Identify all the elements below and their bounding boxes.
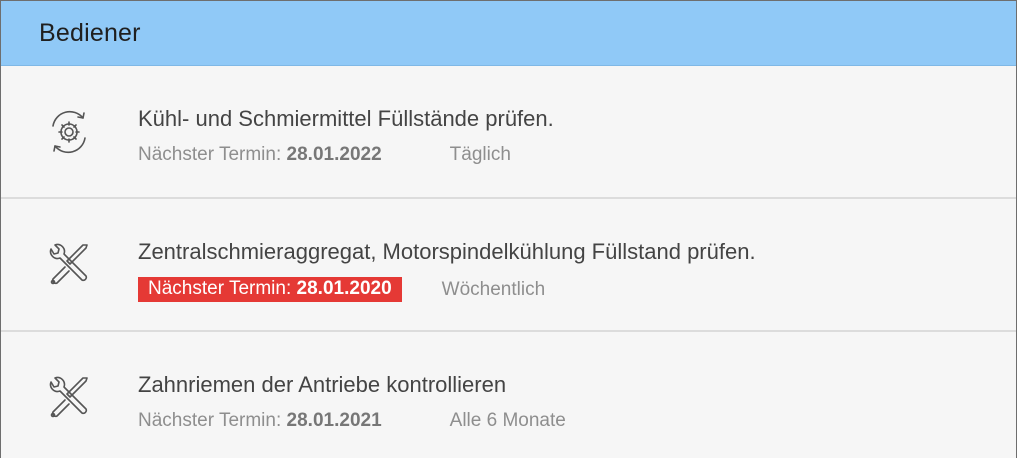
task-meta: Nächster Termin: 28.01.2022 Täglich xyxy=(138,144,511,166)
task-frequency: Täglich xyxy=(449,144,511,165)
due-date-value: 28.01.2021 xyxy=(286,410,382,431)
overdue-due-date-badge: Nächster Termin: 28.01.2020 xyxy=(138,277,402,302)
tools-icon xyxy=(43,372,95,424)
gear-cycle-icon xyxy=(43,106,95,158)
panel-header: Bediener xyxy=(1,1,1016,66)
due-date-value: 28.01.2022 xyxy=(286,144,382,165)
task-item[interactable]: Kühl- und Schmiermittel Füllstände prüfe… xyxy=(1,66,1016,199)
task-meta: Nächster Termin: 28.01.2020 Wöchentlich xyxy=(138,277,545,302)
task-title: Kühl- und Schmiermittel Füllstände prüfe… xyxy=(138,106,554,131)
due-date-value: 28.01.2020 xyxy=(296,278,392,299)
task-title: Zahnriemen der Antriebe kontrollieren xyxy=(138,372,507,397)
task-item[interactable]: Zentralschmieraggregat, Motorspindelkühl… xyxy=(1,199,1016,332)
due-date-label: Nächster Termin: 28.01.2022 xyxy=(138,144,382,165)
operator-panel: Bediener Kühl- und Schmiermittel Füllstä… xyxy=(0,0,1017,458)
task-title: Zentralschmieraggregat, Motorspindelkühl… xyxy=(138,239,756,264)
tools-icon xyxy=(43,239,95,291)
task-frequency: Alle 6 Monate xyxy=(449,410,566,431)
task-meta: Nächster Termin: 28.01.2021 Alle 6 Monat… xyxy=(138,410,566,432)
panel-title: Bediener xyxy=(39,18,141,47)
due-date-label: Nächster Termin: 28.01.2021 xyxy=(138,410,382,431)
task-item[interactable]: Zahnriemen der Antriebe kontrollieren Nä… xyxy=(1,332,1016,458)
task-frequency: Wöchentlich xyxy=(441,278,546,300)
